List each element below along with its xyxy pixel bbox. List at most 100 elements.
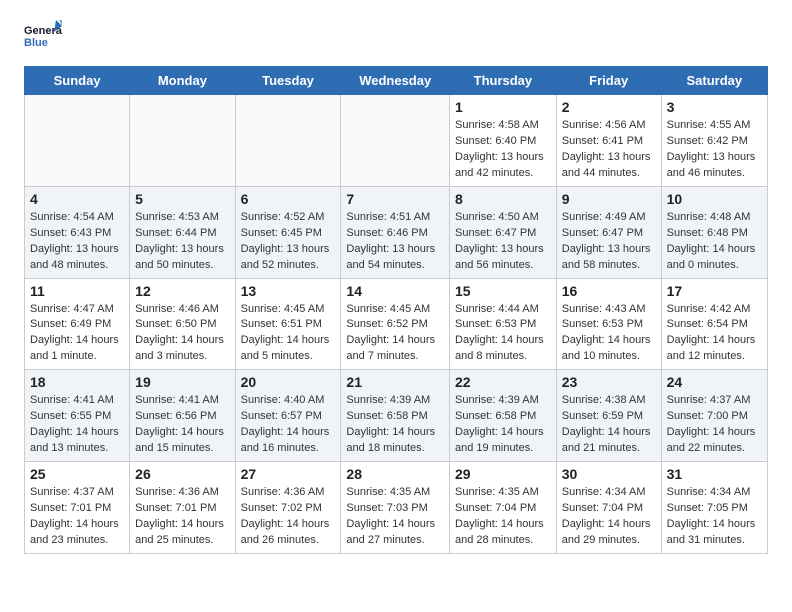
logo-bird-icon: General Blue (24, 18, 62, 56)
day-number: 16 (562, 283, 656, 299)
calendar-body: 1Sunrise: 4:58 AMSunset: 6:40 PMDaylight… (25, 95, 768, 554)
day-number: 3 (667, 99, 762, 115)
calendar-cell: 15 Sunrise: 4:44 AMSunset: 6:53 PMDayligh… (450, 278, 557, 370)
day-number: 20 (241, 374, 336, 390)
calendar-cell: 22 Sunrise: 4:39 AMSunset: 6:58 PMDayligh… (450, 370, 557, 462)
day-number: 22 (455, 374, 551, 390)
day-number: 28 (346, 466, 444, 482)
calendar-cell: 17Sunrise: 4:42 AMSunset: 6:54 PMDayligh… (661, 278, 767, 370)
day-number: 7 (346, 191, 444, 207)
cell-info: Sunrise: 4:52 AMSunset: 6:45 PMDaylight:… (241, 210, 336, 274)
day-number: 10 (667, 191, 762, 207)
day-number: 12 (135, 283, 229, 299)
day-number: 14 (346, 283, 444, 299)
calendar-cell: 25 Sunrise: 4:37 AMSunset: 7:01 PMDayligh… (25, 462, 130, 554)
calendar-table: SundayMondayTuesdayWednesdayThursdayFrid… (24, 66, 768, 554)
cell-info: Sunrise: 4:39 AMSunset: 6:58 PMDaylight:… (455, 393, 551, 457)
calendar-cell (25, 95, 130, 187)
day-number: 30 (562, 466, 656, 482)
day-number: 21 (346, 374, 444, 390)
calendar-cell: 14 Sunrise: 4:45 AMSunset: 6:52 PMDayligh… (341, 278, 450, 370)
day-number: 19 (135, 374, 229, 390)
page-header: General Blue (0, 0, 792, 66)
cell-info: Sunrise: 4:34 AMSunset: 7:04 PMDaylight:… (562, 485, 656, 549)
calendar-cell: 3Sunrise: 4:55 AMSunset: 6:42 PMDaylight… (661, 95, 767, 187)
calendar-cell (341, 95, 450, 187)
calendar-cell: 19 Sunrise: 4:41 AMSunset: 6:56 PMDayligh… (130, 370, 235, 462)
day-header-wednesday: Wednesday (341, 67, 450, 95)
day-number: 29 (455, 466, 551, 482)
calendar-cell: 4Sunrise: 4:54 AMSunset: 6:43 PMDaylight… (25, 186, 130, 278)
calendar-cell: 20 Sunrise: 4:40 AMSunset: 6:57 PMDayligh… (235, 370, 341, 462)
cell-info: Sunrise: 4:37 AMSunset: 7:01 PMDaylight:… (30, 485, 124, 549)
calendar-cell: 29 Sunrise: 4:35 AMSunset: 7:04 PMDayligh… (450, 462, 557, 554)
cell-info: Sunrise: 4:38 AMSunset: 6:59 PMDaylight:… (562, 393, 656, 457)
cell-info: Sunrise: 4:40 AMSunset: 6:57 PMDaylight:… (241, 393, 336, 457)
day-number: 9 (562, 191, 656, 207)
day-number: 5 (135, 191, 229, 207)
day-number: 11 (30, 283, 124, 299)
cell-info: Sunrise: 4:47 AMSunset: 6:49 PMDaylight:… (30, 302, 124, 366)
calendar-cell: 2 Sunrise: 4:56 AMSunset: 6:41 PMDaylight… (556, 95, 661, 187)
calendar-week-row: 1Sunrise: 4:58 AMSunset: 6:40 PMDaylight… (25, 95, 768, 187)
day-header-monday: Monday (130, 67, 235, 95)
day-header-thursday: Thursday (450, 67, 557, 95)
cell-info: Sunrise: 4:54 AMSunset: 6:43 PMDaylight:… (30, 210, 124, 274)
cell-info: Sunrise: 4:41 AMSunset: 6:55 PMDaylight:… (30, 393, 124, 457)
day-number: 26 (135, 466, 229, 482)
day-number: 2 (562, 99, 656, 115)
cell-info: Sunrise: 4:34 AMSunset: 7:05 PMDaylight:… (667, 485, 762, 549)
cell-info: Sunrise: 4:35 AMSunset: 7:04 PMDaylight:… (455, 485, 551, 549)
calendar-cell (235, 95, 341, 187)
calendar-cell: 21 Sunrise: 4:39 AMSunset: 6:58 PMDayligh… (341, 370, 450, 462)
cell-info: Sunrise: 4:53 AMSunset: 6:44 PMDaylight:… (135, 210, 229, 274)
cell-info: Sunrise: 4:41 AMSunset: 6:56 PMDaylight:… (135, 393, 229, 457)
day-number: 8 (455, 191, 551, 207)
calendar-cell: 10 Sunrise: 4:48 AMSunset: 6:48 PMDayligh… (661, 186, 767, 278)
cell-info: Sunrise: 4:35 AMSunset: 7:03 PMDaylight:… (346, 485, 444, 549)
calendar-cell: 9 Sunrise: 4:49 AMSunset: 6:47 PMDaylight… (556, 186, 661, 278)
day-number: 25 (30, 466, 124, 482)
calendar-cell: 13 Sunrise: 4:45 AMSunset: 6:51 PMDayligh… (235, 278, 341, 370)
day-number: 24 (667, 374, 762, 390)
day-number: 13 (241, 283, 336, 299)
cell-info: Sunrise: 4:36 AMSunset: 7:02 PMDaylight:… (241, 485, 336, 549)
cell-info: Sunrise: 4:43 AMSunset: 6:53 PMDaylight:… (562, 302, 656, 366)
day-number: 15 (455, 283, 551, 299)
calendar-cell: 30 Sunrise: 4:34 AMSunset: 7:04 PMDayligh… (556, 462, 661, 554)
day-number: 23 (562, 374, 656, 390)
day-header-saturday: Saturday (661, 67, 767, 95)
calendar-week-row: 18Sunrise: 4:41 AMSunset: 6:55 PMDayligh… (25, 370, 768, 462)
day-number: 31 (667, 466, 762, 482)
day-header-sunday: Sunday (25, 67, 130, 95)
calendar-cell: 8 Sunrise: 4:50 AMSunset: 6:47 PMDaylight… (450, 186, 557, 278)
cell-info: Sunrise: 4:46 AMSunset: 6:50 PMDaylight:… (135, 302, 229, 366)
cell-info: Sunrise: 4:48 AMSunset: 6:48 PMDaylight:… (667, 210, 762, 274)
calendar-cell: 16 Sunrise: 4:43 AMSunset: 6:53 PMDayligh… (556, 278, 661, 370)
cell-info: Sunrise: 4:45 AMSunset: 6:51 PMDaylight:… (241, 302, 336, 366)
cell-info: Sunrise: 4:36 AMSunset: 7:01 PMDaylight:… (135, 485, 229, 549)
cell-info: Sunrise: 4:44 AMSunset: 6:53 PMDaylight:… (455, 302, 551, 366)
calendar-cell: 31 Sunrise: 4:34 AMSunset: 7:05 PMDayligh… (661, 462, 767, 554)
calendar-cell: 6 Sunrise: 4:52 AMSunset: 6:45 PMDaylight… (235, 186, 341, 278)
cell-info: Sunrise: 4:51 AMSunset: 6:46 PMDaylight:… (346, 210, 444, 274)
cell-info: Sunrise: 4:37 AMSunset: 7:00 PMDaylight:… (667, 393, 762, 457)
calendar-cell: 7 Sunrise: 4:51 AMSunset: 6:46 PMDaylight… (341, 186, 450, 278)
day-header-tuesday: Tuesday (235, 67, 341, 95)
calendar-cell: 1Sunrise: 4:58 AMSunset: 6:40 PMDaylight… (450, 95, 557, 187)
day-number: 17 (667, 283, 762, 299)
calendar-cell: 24 Sunrise: 4:37 AMSunset: 7:00 PMDayligh… (661, 370, 767, 462)
calendar-cell (130, 95, 235, 187)
calendar-cell: 5 Sunrise: 4:53 AMSunset: 6:44 PMDaylight… (130, 186, 235, 278)
cell-info: Sunrise: 4:49 AMSunset: 6:47 PMDaylight:… (562, 210, 656, 274)
day-number: 27 (241, 466, 336, 482)
cell-info: Sunrise: 4:39 AMSunset: 6:58 PMDaylight:… (346, 393, 444, 457)
calendar-cell: 27 Sunrise: 4:36 AMSunset: 7:02 PMDayligh… (235, 462, 341, 554)
cell-info: Sunrise: 4:50 AMSunset: 6:47 PMDaylight:… (455, 210, 551, 274)
calendar-cell: 12 Sunrise: 4:46 AMSunset: 6:50 PMDayligh… (130, 278, 235, 370)
calendar-cell: 18Sunrise: 4:41 AMSunset: 6:55 PMDayligh… (25, 370, 130, 462)
day-number: 6 (241, 191, 336, 207)
cell-info: Sunrise: 4:45 AMSunset: 6:52 PMDaylight:… (346, 302, 444, 366)
day-number: 1 (455, 99, 551, 115)
cell-info: Sunrise: 4:56 AMSunset: 6:41 PMDaylight:… (562, 118, 656, 182)
